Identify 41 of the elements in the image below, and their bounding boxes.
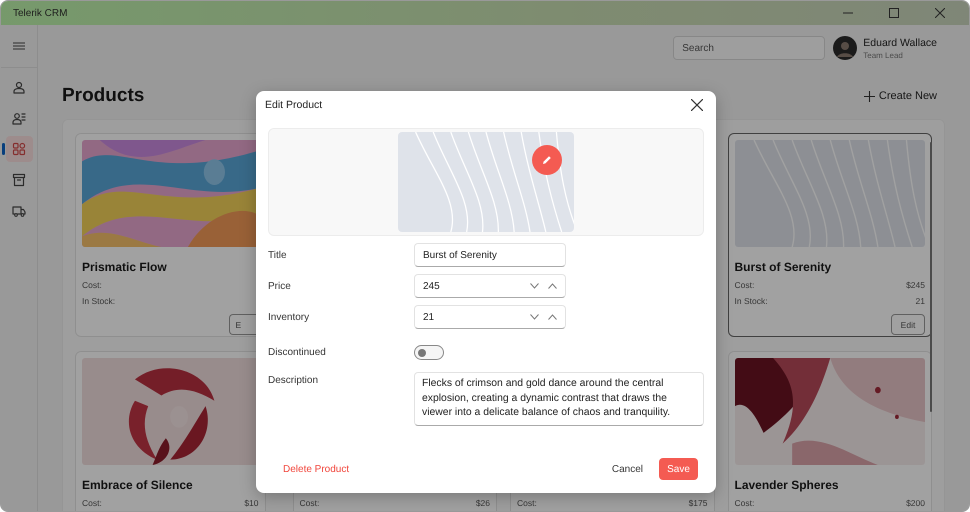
- user-role: Team Lead: [863, 50, 904, 60]
- field-value: $26: [476, 498, 490, 508]
- cancel-button[interactable]: Cancel: [604, 460, 651, 478]
- number-field[interactable]: 21: [414, 305, 566, 329]
- field-label: Description: [268, 374, 320, 386]
- field-label: Cost:: [300, 498, 320, 508]
- field-value: 21: [916, 296, 925, 306]
- user-name: Eduard Wallace: [863, 36, 937, 48]
- product-title: Burst of Serenity: [734, 260, 832, 276]
- field-value: $10: [244, 498, 258, 508]
- product-title: Lavender Spheres: [734, 478, 840, 494]
- edit-button[interactable]: Edit: [891, 314, 925, 335]
- field-label: Price: [268, 280, 292, 292]
- create-new-button[interactable]: Create New: [864, 90, 945, 102]
- product-card[interactable]: Lavender Spheres Cost: $200: [728, 351, 932, 511]
- product-card[interactable]: Embrace of Silence Cost: $10: [75, 351, 266, 511]
- field-label: In Stock:: [734, 296, 768, 306]
- page-title: Products: [62, 85, 144, 107]
- number-field[interactable]: 245: [414, 274, 566, 298]
- field-label: Cost:: [734, 498, 754, 508]
- window-title: Telerik CRM: [13, 8, 68, 18]
- edit-button[interactable]: E: [228, 314, 258, 335]
- field-value: $175: [688, 498, 708, 508]
- product-card[interactable]: Burst of Serenity Cost: $245 In Stock: 21 Edit: [728, 133, 932, 337]
- field-label: Inventory: [268, 312, 310, 322]
- product-title: Embrace of Silence: [82, 478, 194, 494]
- field-value: $245: [906, 280, 925, 290]
- field-label: Title: [268, 250, 288, 260]
- product-title: Prismatic Flow: [82, 260, 168, 276]
- dialog-title: Edit Product: [265, 98, 322, 110]
- search-field[interactable]: Search: [673, 36, 826, 60]
- text-field[interactable]: Burst of Serenity: [414, 243, 566, 267]
- field-label: In Stock:: [82, 296, 116, 306]
- delete-button[interactable]: Delete Product: [268, 460, 364, 478]
- field-label: Cost:: [82, 498, 102, 508]
- field-label: Cost:: [734, 280, 754, 290]
- description-field[interactable]: Flecks of crimson and gold dance around the central explosion, creating a dynamic contrast that draws the viewer into a delicate balance of chaos and tranquility.: [414, 372, 704, 426]
- field-value: $200: [906, 498, 925, 508]
- field-label: Cost:: [517, 498, 537, 508]
- field-label: Cost:: [82, 280, 102, 290]
- field-label: Discontinued: [268, 346, 327, 358]
